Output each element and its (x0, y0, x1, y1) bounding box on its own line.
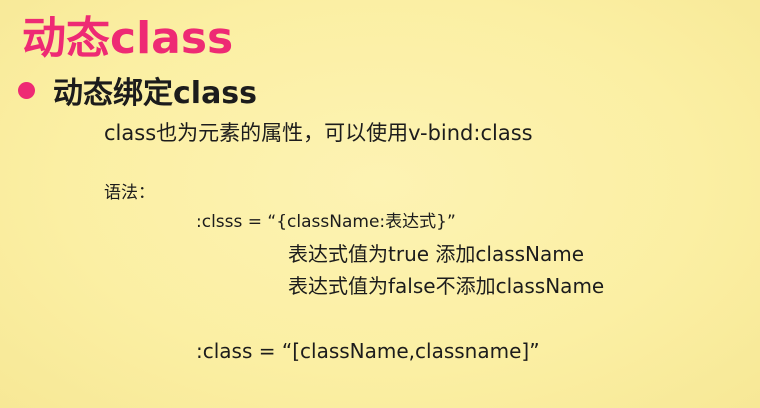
bullet-heading-text: 动态绑定class (53, 76, 258, 111)
bullet-heading: 动态绑定class (18, 68, 257, 112)
syntax-object-example: :clsss = “{className:表达式}” (196, 212, 456, 232)
bullet-dot-icon (18, 81, 35, 99)
note-false: 表达式值为false不添加className (288, 274, 605, 298)
description-text: class也为元素的属性，可以使用v-bind:class (104, 121, 533, 145)
slide-title: 动态class (22, 13, 234, 64)
syntax-array-example: :class = “[className,classname]” (196, 339, 540, 363)
note-true: 表达式值为true 添加className (288, 242, 585, 266)
slide-canvas: 动态class 动态绑定class class也为元素的属性，可以使用v-bin… (0, 0, 760, 408)
syntax-label: 语法： (104, 183, 155, 203)
